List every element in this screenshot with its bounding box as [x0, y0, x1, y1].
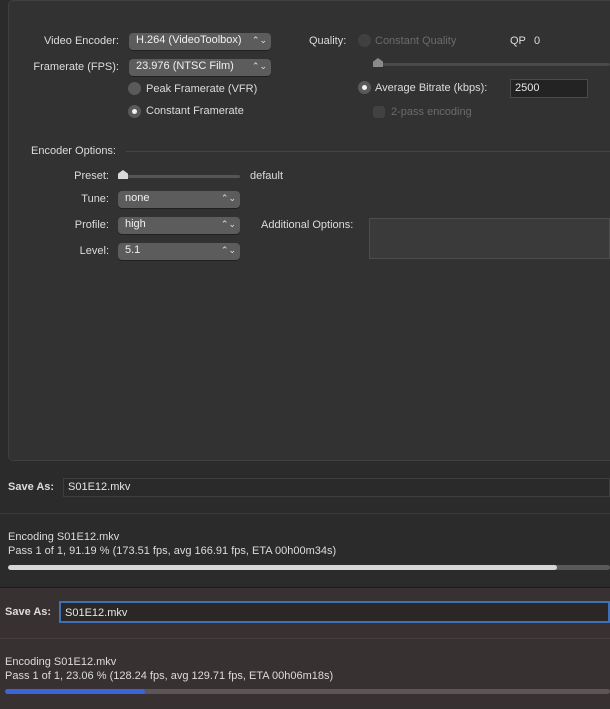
profile-popup[interactable]: high ⌃⌄: [118, 217, 240, 234]
quality-slider-track[interactable]: [376, 63, 610, 66]
preset-label: Preset:: [74, 170, 109, 182]
constant-framerate-label: Constant Framerate: [146, 105, 244, 117]
tune-popup[interactable]: none ⌃⌄: [118, 191, 240, 208]
footer-divider-top: [0, 513, 610, 514]
video-encoder-value: H.264 (VideoToolbox): [136, 34, 242, 46]
updown-chevron-icon: ⌃⌄: [220, 193, 236, 203]
tune-label: Tune:: [81, 193, 109, 205]
updown-chevron-icon: ⌃⌄: [220, 245, 236, 255]
footer-divider-bottom: [0, 638, 610, 639]
two-pass-checkbox[interactable]: [373, 106, 385, 118]
framerate-value: 23.976 (NTSC Film): [136, 60, 234, 72]
progress-bar-bottom: [5, 689, 610, 694]
quality-label: Quality:: [309, 35, 347, 47]
status-title-bottom: Encoding S01E12.mkv: [5, 656, 117, 668]
qp-label: QP: [510, 35, 526, 47]
two-pass-label: 2-pass encoding: [391, 106, 472, 118]
preset-value: default: [250, 170, 284, 182]
save-as-label-top: Save As:: [8, 481, 55, 493]
save-as-field-bottom[interactable]: S01E12.mkv: [59, 601, 610, 623]
level-value: 5.1: [125, 244, 141, 256]
qp-value: 0: [534, 35, 541, 47]
level-label: Level:: [79, 245, 109, 257]
framerate-label: Framerate (FPS):: [33, 61, 119, 73]
save-as-field-top[interactable]: S01E12.mkv: [63, 478, 610, 497]
encoder-options-header: Encoder Options:: [31, 145, 116, 157]
preset-slider-track[interactable]: [118, 175, 240, 178]
profile-label: Profile:: [74, 219, 109, 231]
average-bitrate-label: Average Bitrate (kbps):: [375, 82, 488, 94]
peak-framerate-radio[interactable]: [128, 82, 141, 95]
constant-quality-radio[interactable]: [358, 34, 371, 47]
profile-value: high: [125, 218, 146, 230]
progress-fill-bottom: [5, 689, 145, 694]
average-bitrate-field[interactable]: 2500: [510, 79, 588, 98]
video-encoder-label: Video Encoder:: [43, 35, 119, 47]
tune-value: none: [125, 192, 150, 204]
save-as-label-bottom: Save As:: [5, 606, 52, 618]
video-encoder-popup[interactable]: H.264 (VideoToolbox) ⌃⌄: [129, 33, 271, 50]
status-detail-bottom: Pass 1 of 1, 23.06 % (128.24 fps, avg 12…: [5, 670, 334, 682]
progress-fill-top: [8, 565, 557, 570]
window-separator: [0, 587, 610, 588]
progress-bar-top: [8, 565, 610, 570]
status-title-top: Encoding S01E12.mkv: [8, 531, 120, 543]
additional-options-label: Additional Options:: [261, 219, 354, 231]
updown-chevron-icon: ⌃⌄: [251, 35, 267, 45]
constant-quality-label: Constant Quality: [375, 35, 457, 47]
average-bitrate-radio[interactable]: [358, 81, 371, 94]
additional-options-field[interactable]: [369, 218, 610, 259]
framerate-popup[interactable]: 23.976 (NTSC Film) ⌃⌄: [129, 59, 271, 76]
encoder-options-divider: [126, 151, 610, 152]
peak-framerate-label: Peak Framerate (VFR): [146, 83, 258, 95]
updown-chevron-icon: ⌃⌄: [251, 61, 267, 71]
level-popup[interactable]: 5.1 ⌃⌄: [118, 243, 240, 260]
constant-framerate-radio[interactable]: [128, 105, 141, 118]
status-detail-top: Pass 1 of 1, 91.19 % (173.51 fps, avg 16…: [8, 545, 337, 557]
updown-chevron-icon: ⌃⌄: [220, 219, 236, 229]
